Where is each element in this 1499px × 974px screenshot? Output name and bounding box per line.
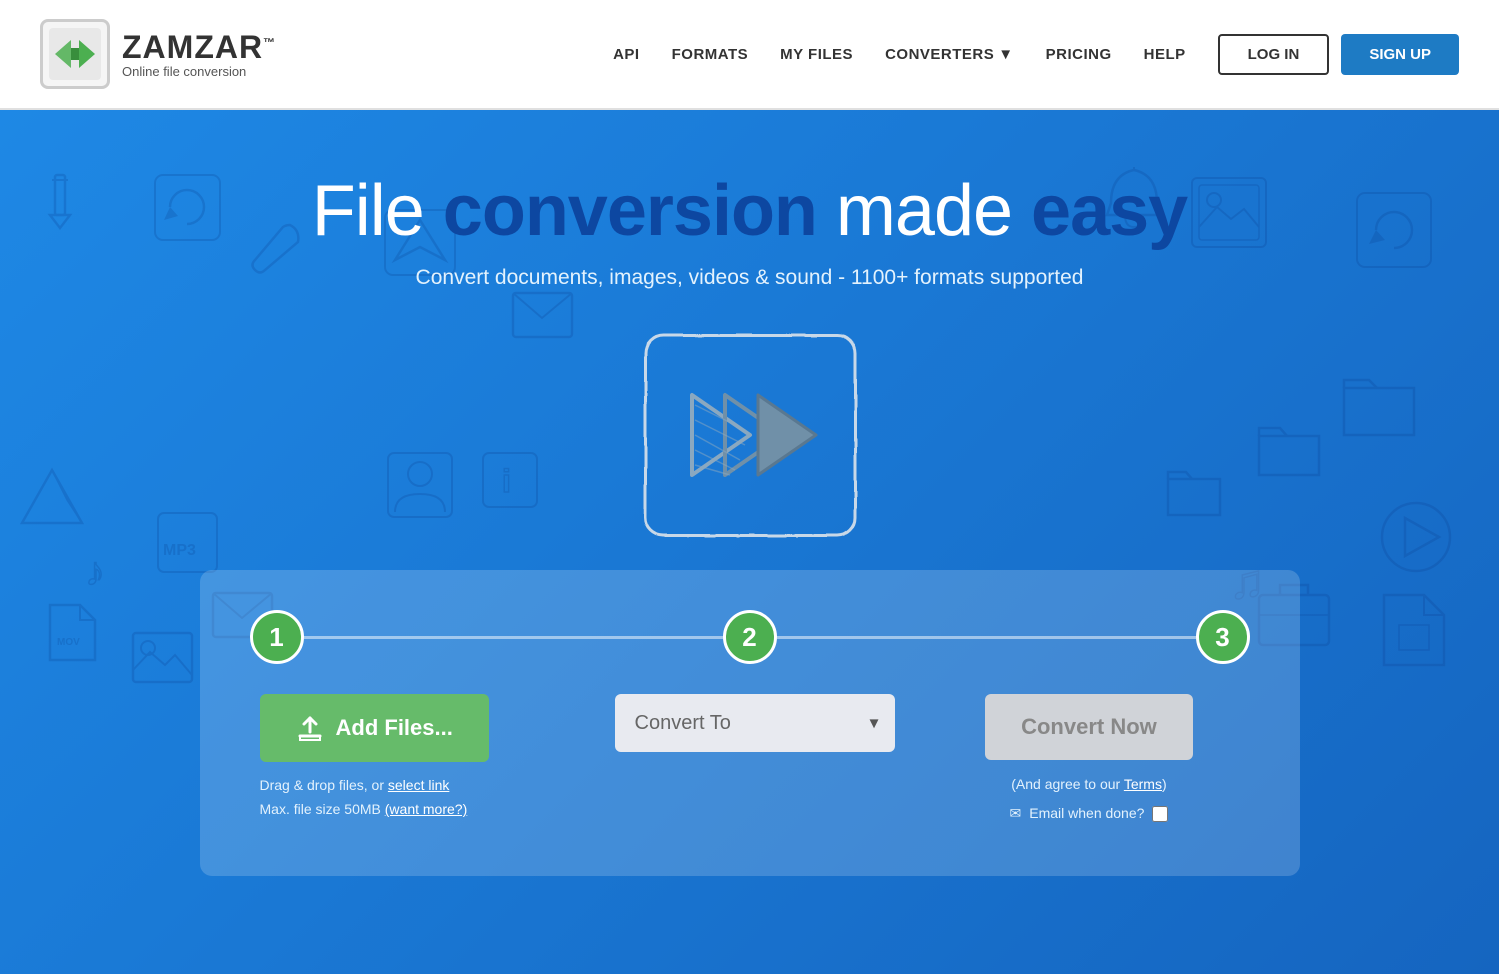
hero-content: File conversion made easy Convert docume… bbox=[0, 110, 1499, 876]
hero-subtitle: Convert documents, images, videos & soun… bbox=[416, 266, 1084, 290]
logo-tagline: Online file conversion bbox=[122, 64, 276, 79]
step-1-circle: 1 bbox=[250, 610, 304, 664]
add-files-hint: Drag & drop files, or select link Max. f… bbox=[260, 774, 468, 822]
step-2-circle: 2 bbox=[723, 610, 777, 664]
logo-tm: ™ bbox=[263, 35, 276, 49]
convert-to-col: Convert To mp4 mp3 jpg png pdf doc docx … bbox=[581, 694, 929, 752]
step-line-1 bbox=[304, 636, 723, 639]
convert-now-col: Convert Now (And agree to our Terms) ✉ E… bbox=[928, 694, 1249, 826]
upload-icon bbox=[296, 714, 324, 742]
add-files-col: Add Files... Drag & drop files, or selec… bbox=[250, 694, 581, 822]
step-3-circle: 3 bbox=[1196, 610, 1250, 664]
add-files-button[interactable]: Add Files... bbox=[260, 694, 489, 762]
step-line-2 bbox=[777, 636, 1196, 639]
convert-to-wrapper: Convert To mp4 mp3 jpg png pdf doc docx … bbox=[615, 694, 895, 752]
signup-button[interactable]: SIGN UP bbox=[1341, 34, 1459, 75]
nav-links: API FORMATS MY FILES CONVERTERS ▼ PRICIN… bbox=[613, 46, 1186, 63]
convert-now-button[interactable]: Convert Now bbox=[985, 694, 1193, 760]
nav-buttons: LOG IN SIGN UP bbox=[1218, 34, 1459, 75]
nav-api[interactable]: API bbox=[613, 46, 640, 63]
email-row: ✉ Email when done? bbox=[1010, 801, 1169, 826]
center-icon-svg bbox=[630, 320, 870, 550]
email-checkbox[interactable] bbox=[1152, 806, 1168, 822]
hero-title: File conversion made easy bbox=[312, 170, 1187, 252]
zamzar-logo-svg bbox=[49, 28, 101, 80]
navbar: ZAMZAR™ Online file conversion API FORMA… bbox=[0, 0, 1499, 110]
logo-brand: ZAMZAR™ bbox=[122, 29, 276, 66]
hero-section: ♪ MOV bbox=[0, 110, 1499, 974]
want-more-link[interactable]: (want more?) bbox=[385, 801, 467, 817]
nav-formats[interactable]: FORMATS bbox=[672, 46, 749, 63]
nav-pricing[interactable]: PRICING bbox=[1046, 46, 1112, 63]
login-button[interactable]: LOG IN bbox=[1218, 34, 1330, 75]
nav-my-files[interactable]: MY FILES bbox=[780, 46, 853, 63]
converter-box: 1 2 3 Add Files.. bbox=[200, 570, 1300, 876]
nav-help[interactable]: HELP bbox=[1144, 46, 1186, 63]
actions-row: Add Files... Drag & drop files, or selec… bbox=[250, 694, 1250, 826]
select-link[interactable]: select link bbox=[388, 777, 449, 793]
logo-icon bbox=[40, 19, 110, 89]
terms-link[interactable]: Terms bbox=[1124, 776, 1162, 792]
envelope-small-icon: ✉ bbox=[1010, 801, 1022, 826]
convert-now-hint: (And agree to our Terms) ✉ Email when do… bbox=[1010, 772, 1169, 826]
steps-row: 1 2 3 bbox=[250, 610, 1250, 664]
logo-link[interactable]: ZAMZAR™ Online file conversion bbox=[40, 19, 276, 89]
logo-text-area: ZAMZAR™ Online file conversion bbox=[122, 29, 276, 79]
center-zamzar-icon bbox=[630, 320, 870, 550]
convert-to-select[interactable]: Convert To mp4 mp3 jpg png pdf doc docx … bbox=[615, 694, 895, 752]
converters-dropdown-icon: ▼ bbox=[998, 46, 1013, 63]
nav-converters[interactable]: CONVERTERS ▼ bbox=[885, 46, 1014, 63]
